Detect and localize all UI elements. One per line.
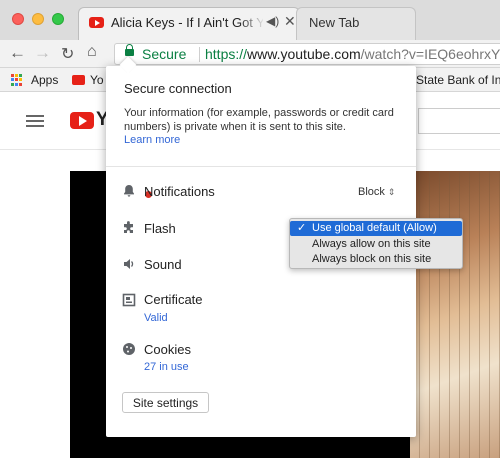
tab-new-tab[interactable]: New Tab [296,7,416,40]
window-minimize-button[interactable] [32,13,44,25]
menu-icon[interactable] [26,115,44,127]
browser-toolbar: ← → ↻ ⌂ Secure https://www.youtube.com/w… [0,40,500,68]
forward-arrow-icon[interactable]: → [34,43,51,63]
youtube-logo-icon[interactable] [70,112,94,129]
site-settings-button[interactable]: Site settings [122,392,209,413]
url-scheme: https:// [205,46,248,62]
popup-description: Your information (for example, passwords… [124,107,394,133]
cookies-in-use-link[interactable]: 27 in use [144,361,189,373]
tab-strip: Alicia Keys - If I Ain't Got You ◀) ✕ Ne… [0,0,500,40]
checkmark-icon: ✓ [297,222,307,234]
url-path: /watch?v=IEQ6eohrxYs [360,46,500,62]
secure-chip[interactable]: Secure [142,46,186,62]
apps-grid-icon[interactable] [11,74,23,86]
address-separator [199,47,200,62]
dropdown-option-label: Always block on this site [312,253,432,265]
certificate-valid-link[interactable]: Valid [144,312,168,324]
back-arrow-icon[interactable]: ← [9,43,26,63]
url-text[interactable]: https://www.youtube.com/watch?v=IEQ6eohr… [205,46,500,62]
learn-more-link[interactable]: Learn more [124,134,180,146]
youtube-favicon-icon [89,17,104,28]
popup-title: Secure connection [124,81,232,96]
tab-title-fade [239,12,265,32]
notifications-value: Block [358,186,385,198]
reload-icon[interactable]: ↻ [61,44,74,64]
close-icon[interactable]: ✕ [284,13,296,30]
dropdown-option-label: Use global default (Allow) [312,222,437,234]
dropdown-option-label: Always allow on this site [312,238,431,250]
permission-notifications: Notifications [144,184,215,199]
updown-chevron-icon: ⇕ [387,187,396,197]
flash-option-always-allow[interactable]: Always allow on this site [290,237,462,252]
tab-title: New Tab [309,15,360,30]
permission-cookies: Cookies [144,342,191,357]
window-close-button[interactable] [12,13,24,25]
permission-sound: Sound [144,257,182,272]
lock-icon[interactable] [125,44,134,56]
youtube-search-box[interactable] [418,108,500,134]
popup-divider [106,166,416,167]
address-bar[interactable]: Secure https://www.youtube.com/watch?v=I… [114,43,500,65]
certificate-icon [122,293,136,307]
tab-youtube[interactable]: Alicia Keys - If I Ain't Got You ◀) ✕ [78,7,300,40]
video-frame [410,171,500,458]
permission-certificate: Certificate [144,292,203,307]
bookmark-youtube[interactable]: Yo [90,73,104,87]
notifications-select[interactable]: Block ⇕ [358,186,395,198]
video-frame-texture [410,171,500,458]
flash-option-global-default[interactable]: ✓ Use global default (Allow) [290,221,462,236]
cookie-icon [122,342,136,356]
permission-flash: Flash [144,221,176,236]
speaker-icon[interactable]: ◀) [266,14,279,28]
window-maximize-button[interactable] [52,13,64,25]
speaker-icon [122,257,136,271]
puzzle-icon [122,221,136,235]
youtube-favicon-icon [72,75,85,85]
flash-dropdown-menu: ✓ Use global default (Allow) Always allo… [289,218,463,269]
bell-icon [122,184,152,198]
bookmark-sbi[interactable]: State Bank of India [416,73,500,87]
url-host: www.youtube.com [247,46,361,62]
bookmark-apps[interactable]: Apps [31,73,58,87]
flash-option-always-block[interactable]: Always block on this site [290,252,462,267]
home-icon[interactable]: ⌂ [87,43,97,61]
